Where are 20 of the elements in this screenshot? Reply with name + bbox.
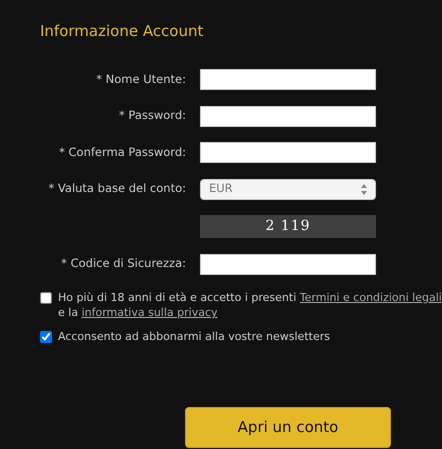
field-label: * Nome Utente: <box>96 72 186 86</box>
open-account-button[interactable]: Apri un conto <box>185 407 391 448</box>
captcha-image: 2 119 <box>200 215 376 238</box>
input-field[interactable] <box>200 69 376 90</box>
input-field[interactable] <box>200 106 376 126</box>
checkbox[interactable] <box>40 292 52 304</box>
privacy-link[interactable]: informativa sulla privacy <box>82 306 218 319</box>
field-label: * Valuta base del conto: <box>48 181 186 196</box>
field-label: * Codice di Sicurezza: <box>61 256 186 270</box>
field-label: * Conferma Password: <box>59 144 186 159</box>
field-label: * Password: <box>119 108 186 122</box>
input-field[interactable] <box>200 142 376 163</box>
checkbox[interactable] <box>40 331 52 343</box>
consent-text: Ho più di 18 anni di età e accetto i presenti Termini e condizioni legali e la informativa sulla privacy <box>58 290 442 320</box>
currency-select[interactable]: EUR <box>200 178 376 200</box>
consent-text: Acconsento ad abbonarmi alla vostre newsletters <box>58 329 330 344</box>
sort-arrows-icon <box>361 184 367 194</box>
input-field[interactable] <box>200 254 376 274</box>
section-title: Informazione Account <box>40 22 204 40</box>
terms-link[interactable]: Termini e condizioni legali <box>300 291 442 304</box>
